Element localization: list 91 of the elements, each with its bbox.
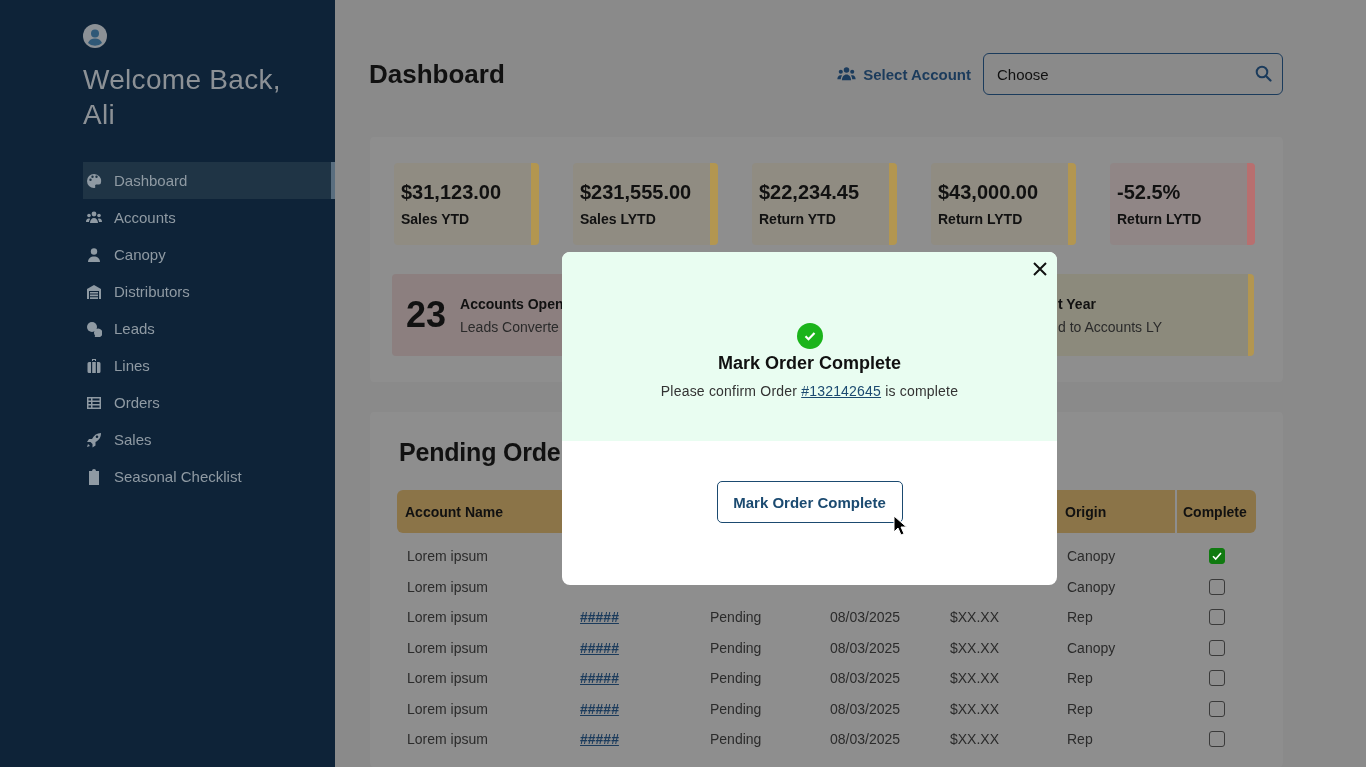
user-icon: [86, 246, 102, 263]
table-cell-text: Rep: [1066, 669, 1094, 689]
close-icon[interactable]: [1031, 260, 1049, 278]
table-cell-text: Lorem ipsum: [406, 577, 489, 597]
table-cell-text: Pending: [709, 608, 763, 628]
table-cell-text: Pending: [709, 699, 763, 719]
table-cell-text: $XX.XX: [949, 699, 1001, 719]
section-heading: Pending Orde: [398, 437, 562, 468]
sidebar-item[interactable]: Distributors: [83, 273, 335, 310]
order-link[interactable]: #####: [580, 700, 619, 717]
table-cell-text: Canopy: [1066, 547, 1117, 567]
table-cell-text: Canopy: [1066, 638, 1117, 658]
avatar-icon: [83, 24, 107, 48]
summary-count: 23: [406, 294, 447, 336]
success-check-icon: [796, 323, 823, 349]
table-cell-text: Rep: [1066, 730, 1094, 750]
table-cell-text: Lorem ipsum: [406, 699, 489, 719]
sidebar-item[interactable]: Dashboard: [83, 162, 335, 199]
table-cell-text: Pending: [709, 669, 763, 689]
clipboard-icon: [86, 468, 102, 485]
table-cell-text: Lorem ipsum: [406, 547, 489, 567]
checkbox[interactable]: [1208, 700, 1225, 717]
checkbox[interactable]: [1208, 670, 1225, 687]
stat-value: $31,123.00: [401, 181, 503, 204]
table-cell-text: Pending: [709, 730, 763, 750]
stat-label: Return LYTD: [1117, 211, 1203, 227]
sidebar-item[interactable]: Lines: [83, 347, 335, 384]
cursor-icon: [893, 515, 907, 536]
summary-title: t Year: [1058, 295, 1097, 312]
chat-icon: [86, 320, 102, 337]
table-cell-text: Lorem ipsum: [406, 638, 489, 658]
welcome-heading: Welcome Back, Ali: [83, 63, 282, 132]
suitcase-icon: [86, 357, 102, 374]
sidebar-item[interactable]: Seasonal Checklist: [83, 458, 335, 495]
sidebar-item[interactable]: Orders: [83, 384, 335, 421]
rocket-icon: [86, 431, 102, 448]
table-icon: [86, 394, 102, 411]
table-cell-text: 08/03/2025: [829, 638, 902, 658]
sidebar-item[interactable]: Accounts: [83, 199, 335, 236]
palette-icon: [86, 172, 102, 189]
table-cell-text: Rep: [1066, 699, 1094, 719]
confirm-message: Please confirm Order #132142645 is complete: [660, 383, 959, 399]
stat-value: $22,234.45: [759, 181, 861, 204]
order-link[interactable]: #####: [580, 609, 619, 626]
summary-title: Accounts Open: [460, 295, 564, 312]
account-search-field[interactable]: Choose: [983, 53, 1283, 95]
stat-label: Return LYTD: [938, 211, 1024, 227]
table-cell-text: 08/03/2025: [829, 730, 902, 750]
checkbox[interactable]: [1208, 609, 1225, 626]
summary-subtitle: Leads Converte: [460, 318, 560, 335]
table-cell-text: $XX.XX: [949, 730, 1001, 750]
table-cell-text: $XX.XX: [949, 669, 1001, 689]
table-cell-text: Rep: [1066, 608, 1094, 628]
order-link[interactable]: #####: [580, 731, 619, 748]
stat-label: Sales YTD: [401, 211, 471, 227]
table-cell-text: Canopy: [1066, 577, 1117, 597]
checkbox[interactable]: [1208, 578, 1225, 595]
users-icon: [837, 66, 857, 82]
table-cell-text: Pending: [709, 638, 763, 658]
warehouse-icon: [86, 283, 102, 300]
dialog-title: Mark Order Complete: [717, 353, 902, 374]
sidebar-item[interactable]: Canopy: [83, 236, 335, 273]
table-cell-text: Lorem ipsum: [406, 669, 489, 689]
table-cell-text: 08/03/2025: [829, 669, 902, 689]
table-cell-text: $XX.XX: [949, 638, 1001, 658]
stat-label: Sales LYTD: [580, 211, 657, 227]
sidebar-item[interactable]: Sales: [83, 421, 335, 458]
page-title: Dashboard: [369, 58, 506, 90]
column-header: Complete: [1177, 490, 1256, 533]
stat-label: Return YTD: [759, 211, 837, 227]
mark-complete-button[interactable]: Mark Order Complete: [716, 481, 903, 523]
order-link[interactable]: #132142645: [801, 383, 882, 399]
summary-subtitle: d to Accounts LY: [1058, 318, 1163, 335]
order-link[interactable]: #####: [580, 639, 619, 656]
order-link[interactable]: #####: [580, 670, 619, 687]
table-cell-text: 08/03/2025: [829, 608, 902, 628]
stat-value: $43,000.00: [938, 181, 1040, 204]
search-icon: [1255, 65, 1272, 82]
sidebar-item[interactable]: Leads: [83, 310, 335, 347]
checkbox[interactable]: [1208, 731, 1225, 748]
table-cell-text: 08/03/2025: [829, 699, 902, 719]
table-cell-text: Lorem ipsum: [406, 730, 489, 750]
checkbox[interactable]: [1208, 548, 1225, 565]
column-header: Origin: [1057, 490, 1177, 533]
table-cell-text: $XX.XX: [949, 608, 1001, 628]
stat-value: -52.5%: [1117, 181, 1182, 204]
select-account-label: Select Account: [863, 65, 971, 83]
checkbox[interactable]: [1208, 639, 1225, 656]
stat-value: $231,555.00: [580, 181, 693, 204]
users-icon: [86, 209, 102, 226]
table-cell-text: Lorem ipsum: [406, 608, 489, 628]
